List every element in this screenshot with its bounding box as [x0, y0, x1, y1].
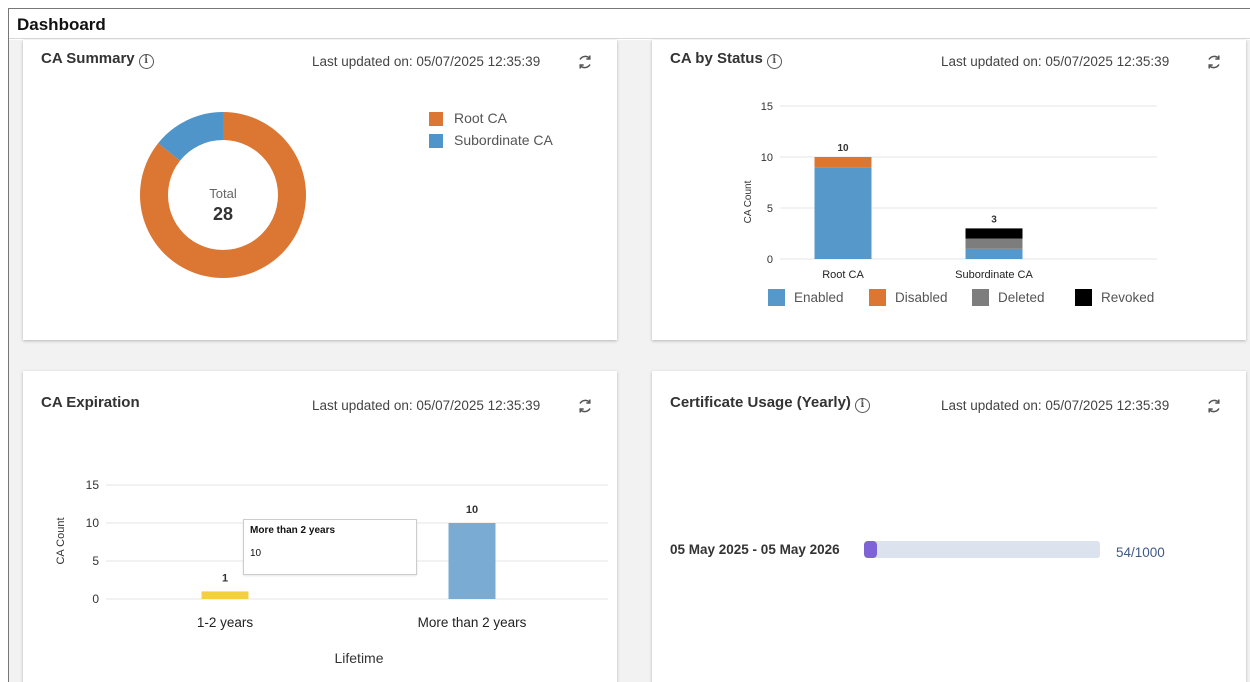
bar-value-label: 10	[466, 504, 478, 516]
y-tick-label: 0	[92, 592, 99, 606]
legend-swatch-enabled	[768, 289, 785, 306]
bar-root-ca-disabled[interactable]	[814, 157, 872, 168]
bar-subordinate-ca-deleted[interactable]	[965, 238, 1023, 249]
legend-swatch-subordinate-ca	[429, 134, 443, 148]
dashboard-canvas: CA Summary i Last updated on: 05/07/2025 …	[9, 40, 1250, 682]
bar-total-label: 3	[991, 214, 997, 225]
legend-swatch-revoked	[1075, 289, 1092, 306]
legend-enabled[interactable]: Enabled	[794, 290, 844, 305]
x-tick-label: Root CA	[822, 269, 864, 281]
bar-subordinate-ca-enabled[interactable]	[965, 248, 1023, 259]
bar-subordinate-ca-revoked[interactable]	[965, 228, 1023, 239]
x-axis-label: Lifetime	[334, 650, 383, 666]
ca-summary-title-text: CA Summary	[41, 50, 135, 67]
x-tick-label: 1-2 years	[197, 615, 254, 630]
info-icon[interactable]: i	[854, 398, 870, 413]
usage-progress-fill	[864, 541, 877, 558]
bar-total-label: 10	[837, 143, 849, 154]
last-updated-text: Last updated on: 05/07/2025 12:35:39	[312, 54, 541, 69]
donut-center-label: Total	[209, 186, 237, 201]
legend-swatch-deleted	[972, 289, 989, 306]
bar-more-than-2-years[interactable]	[448, 523, 496, 599]
refresh-icon[interactable]	[576, 53, 594, 71]
ca-summary-title: CA Summary i	[41, 50, 154, 69]
y-tick-label: 5	[92, 554, 99, 568]
tooltip-title: More than 2 years	[250, 525, 336, 536]
bar-root-ca-enabled[interactable]	[814, 167, 872, 259]
certificate-usage-card: Certificate Usage (Yearly) i Last updated…	[652, 371, 1246, 682]
usage-period: 05 May 2025 - 05 May 2026	[670, 542, 840, 557]
legend-swatch-root-ca	[429, 112, 443, 126]
ca-by-status-chart: CA Count 0 5 10 15 10 Root CA 3 Subordinate CA	[743, 101, 1157, 281]
certificate-usage-title: Certificate Usage (Yearly) i	[670, 394, 870, 413]
y-tick-label: 0	[767, 254, 773, 266]
last-updated-text: Last updated on: 05/07/2025 12:35:39	[941, 398, 1170, 413]
legend-deleted[interactable]: Deleted	[998, 290, 1045, 305]
info-icon[interactable]: i	[138, 54, 154, 69]
certificate-usage-title-text: Certificate Usage (Yearly)	[670, 394, 851, 411]
y-axis-label: CA Count	[55, 517, 67, 564]
y-tick-label: 10	[86, 516, 100, 530]
legend-subordinate-ca[interactable]: Subordinate CA	[454, 132, 553, 148]
legend-root-ca[interactable]: Root CA	[454, 110, 507, 126]
dashboard-frame: Dashboard CA Summary i Last updated on: 0…	[8, 8, 1250, 682]
bar-1-2-years[interactable]	[201, 591, 249, 599]
donut-total-value: 28	[212, 204, 234, 224]
legend-disabled[interactable]: Disabled	[895, 290, 948, 305]
refresh-icon[interactable]	[1205, 397, 1223, 415]
y-tick-label: 10	[761, 152, 773, 164]
ca-expiration-card: CA Expiration Last updated on: 05/07/202…	[23, 371, 617, 682]
y-axis-label: CA Count	[743, 180, 754, 223]
tooltip-value: 10	[250, 548, 262, 559]
page-header: Dashboard	[9, 9, 1250, 39]
ca-summary-card: CA Summary i Last updated on: 05/07/2025 …	[23, 40, 617, 340]
usage-count: 54/1000	[1116, 545, 1165, 560]
x-tick-label: Subordinate CA	[955, 269, 1033, 281]
y-tick-label: 15	[761, 101, 773, 113]
bar-value-label: 1	[222, 572, 228, 584]
chart-tooltip: More than 2 years 10	[243, 519, 417, 575]
x-tick-label: More than 2 years	[418, 615, 527, 630]
legend-swatch-disabled	[869, 289, 886, 306]
ca-by-status-card: CA by Status i Last updated on: 05/07/202…	[652, 40, 1246, 340]
y-tick-label: 15	[86, 478, 100, 492]
usage-progress-track	[864, 541, 1100, 558]
legend-revoked[interactable]: Revoked	[1101, 290, 1154, 305]
page-title: Dashboard	[17, 15, 106, 34]
y-tick-label: 5	[767, 203, 773, 215]
